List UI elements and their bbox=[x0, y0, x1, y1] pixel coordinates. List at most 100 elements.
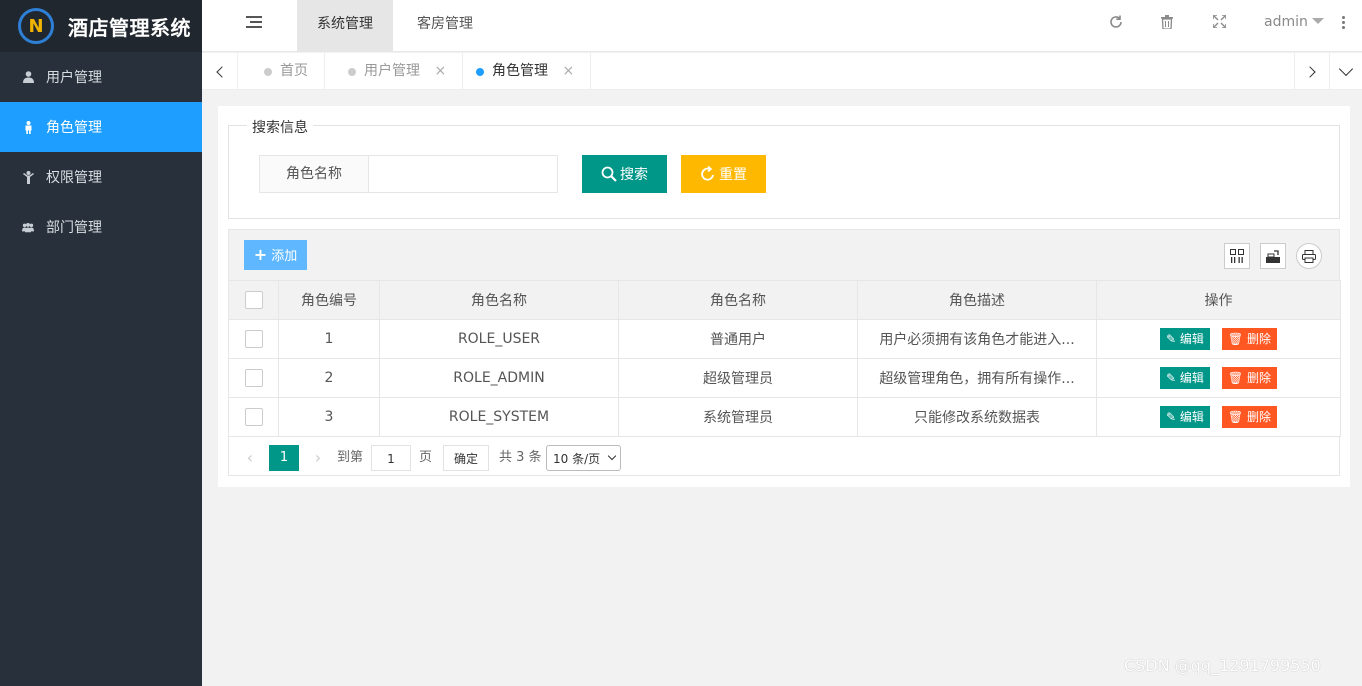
sidebar-item-roles[interactable]: 角色管理 bbox=[0, 102, 202, 152]
reset-button[interactable]: 重置 bbox=[681, 155, 766, 193]
reset-button-label: 重置 bbox=[719, 167, 747, 183]
column-header: 操作 bbox=[1096, 280, 1341, 320]
refresh-icon bbox=[700, 155, 716, 193]
chevron-right-icon bbox=[1304, 65, 1316, 78]
refresh-icon[interactable] bbox=[1108, 15, 1124, 31]
page-size-value: 10 条/页 bbox=[553, 452, 601, 466]
person-icon bbox=[22, 120, 34, 134]
role-table: 角色编号 角色名称 角色名称 角色描述 操作 1 ROLE_USER 普通用户 … bbox=[228, 280, 1341, 437]
goto-page-input[interactable]: 1 bbox=[371, 445, 411, 471]
page-tab-label: 用户管理 bbox=[364, 63, 420, 79]
delete-button[interactable]: 🗑 删除 bbox=[1221, 367, 1277, 389]
prev-page-icon[interactable]: ‹ bbox=[243, 445, 257, 471]
delete-button[interactable]: 🗑 删除 bbox=[1221, 328, 1277, 350]
row-checkbox[interactable] bbox=[244, 369, 263, 387]
fullscreen-icon[interactable] bbox=[1211, 14, 1227, 31]
column-header[interactable]: 角色描述 bbox=[857, 280, 1097, 320]
trash-icon: 🗑 bbox=[1227, 371, 1244, 385]
trash-icon[interactable] bbox=[1159, 15, 1175, 31]
add-button-label: 添加 bbox=[271, 249, 298, 264]
role-desc-cell: 超级管理角色，拥有所有操作... bbox=[857, 358, 1097, 398]
sidebar-item-label: 角色管理 bbox=[46, 120, 102, 136]
tab-room-management[interactable]: 客房管理 bbox=[397, 0, 493, 52]
sidebar-item-permissions[interactable]: 权限管理 bbox=[0, 152, 202, 202]
role-name-input[interactable] bbox=[368, 155, 558, 193]
search-fieldset: 搜索信息 角色名称 搜索 重置 bbox=[228, 117, 1340, 219]
export-icon[interactable] bbox=[1260, 243, 1286, 269]
app-title: 酒店管理系统 bbox=[68, 15, 191, 40]
page-size-select[interactable]: 10 条/页 bbox=[546, 445, 621, 471]
more-vertical-icon[interactable] bbox=[1342, 16, 1346, 31]
delete-button[interactable]: 🗑 删除 bbox=[1221, 406, 1277, 428]
trash-icon: 🗑 bbox=[1227, 410, 1244, 424]
close-icon[interactable]: × bbox=[434, 63, 446, 79]
chevron-down-icon bbox=[607, 451, 617, 461]
page-tab-home[interactable]: 首页 bbox=[250, 53, 325, 90]
total-count: 共 3 条 bbox=[499, 450, 542, 465]
search-button-label: 搜索 bbox=[620, 167, 648, 183]
tab-dot-icon bbox=[476, 68, 484, 76]
edit-button[interactable]: ✎ 编辑 bbox=[1160, 406, 1210, 428]
tab-dot-icon bbox=[348, 68, 356, 76]
key-person-icon bbox=[22, 170, 34, 184]
goto-confirm-button[interactable]: 确定 bbox=[443, 445, 489, 471]
role-id-cell: 3 bbox=[278, 397, 380, 437]
row-select-cell bbox=[228, 397, 279, 437]
sidebar-item-departments[interactable]: 部门管理 bbox=[0, 202, 202, 252]
row-checkbox[interactable] bbox=[244, 408, 263, 426]
role-code-cell: ROLE_ADMIN bbox=[379, 358, 619, 398]
chevron-left-icon bbox=[215, 65, 228, 78]
actions-cell: ✎ 编辑 🗑 删除 bbox=[1096, 358, 1341, 398]
edit-button[interactable]: ✎ 编辑 bbox=[1160, 367, 1210, 389]
sidebar-item-label: 部门管理 bbox=[46, 220, 102, 236]
select-all-cell bbox=[228, 280, 279, 320]
role-desc-cell: 用户必须拥有该角色才能进入... bbox=[857, 319, 1097, 359]
page-tabs-bar: 首页 用户管理 × 角色管理 × bbox=[202, 53, 1362, 90]
row-checkbox[interactable] bbox=[244, 330, 263, 348]
search-icon bbox=[601, 155, 617, 193]
actions-cell: ✎ 编辑 🗑 删除 bbox=[1096, 319, 1341, 359]
current-page-button[interactable]: 1 bbox=[269, 445, 299, 471]
user-name: admin bbox=[1264, 14, 1308, 30]
page-unit-label: 页 bbox=[419, 450, 433, 465]
role-id-cell: 1 bbox=[278, 319, 380, 359]
column-header[interactable]: 角色名称 bbox=[618, 280, 858, 320]
tabs-scroll-left-button[interactable] bbox=[202, 53, 238, 90]
role-id-cell: 2 bbox=[278, 358, 380, 398]
trash-icon: 🗑 bbox=[1227, 332, 1244, 346]
role-code-cell: ROLE_USER bbox=[379, 319, 619, 359]
pagination: ‹ 1 › 到第 1 页 确定 共 3 条 10 条/页 bbox=[228, 436, 1340, 476]
role-desc-cell: 只能修改系统数据表 bbox=[857, 397, 1097, 437]
close-icon[interactable]: × bbox=[562, 63, 574, 79]
main-card: 搜索信息 角色名称 搜索 重置 + 添加 角色编号 角色名称 角色名称 角色描述… bbox=[218, 106, 1350, 487]
page-tab-label: 首页 bbox=[280, 63, 308, 79]
sidebar-item-label: 用户管理 bbox=[46, 70, 102, 86]
table-row: 2 ROLE_ADMIN 超级管理员 超级管理角色，拥有所有操作... ✎ 编辑… bbox=[228, 358, 1341, 398]
print-icon[interactable] bbox=[1296, 243, 1322, 269]
column-header[interactable]: 角色名称 bbox=[379, 280, 619, 320]
select-all-checkbox[interactable] bbox=[244, 291, 263, 309]
logo-icon: N bbox=[18, 8, 54, 44]
sidebar-item-label: 权限管理 bbox=[46, 170, 102, 186]
page-tab-user-management[interactable]: 用户管理 × bbox=[334, 53, 464, 90]
page-tab-role-management[interactable]: 角色管理 × bbox=[462, 53, 592, 90]
sidebar-item-users[interactable]: 用户管理 bbox=[0, 52, 202, 102]
tab-system-management[interactable]: 系统管理 bbox=[297, 0, 393, 52]
columns-filter-icon[interactable] bbox=[1224, 243, 1250, 269]
menu-toggle-icon[interactable] bbox=[246, 16, 262, 30]
tabs-dropdown-button[interactable] bbox=[1330, 53, 1362, 90]
top-header: 系统管理 客房管理 admin bbox=[202, 0, 1362, 52]
edit-button[interactable]: ✎ 编辑 bbox=[1160, 328, 1210, 350]
tabs-scroll-right-button[interactable] bbox=[1294, 53, 1330, 90]
column-header[interactable]: 角色编号 bbox=[278, 280, 380, 320]
role-name-cell: 普通用户 bbox=[618, 319, 858, 359]
pencil-icon: ✎ bbox=[1166, 332, 1177, 346]
add-button[interactable]: + 添加 bbox=[244, 240, 307, 270]
table-header-row: 角色编号 角色名称 角色名称 角色描述 操作 bbox=[228, 280, 1341, 320]
pencil-icon: ✎ bbox=[1166, 410, 1177, 424]
next-page-icon[interactable]: › bbox=[311, 445, 325, 471]
search-button[interactable]: 搜索 bbox=[582, 155, 667, 193]
table-row: 1 ROLE_USER 普通用户 用户必须拥有该角色才能进入... ✎ 编辑 🗑 … bbox=[228, 319, 1341, 359]
user-menu[interactable]: admin bbox=[1264, 14, 1324, 30]
role-name-cell: 超级管理员 bbox=[618, 358, 858, 398]
